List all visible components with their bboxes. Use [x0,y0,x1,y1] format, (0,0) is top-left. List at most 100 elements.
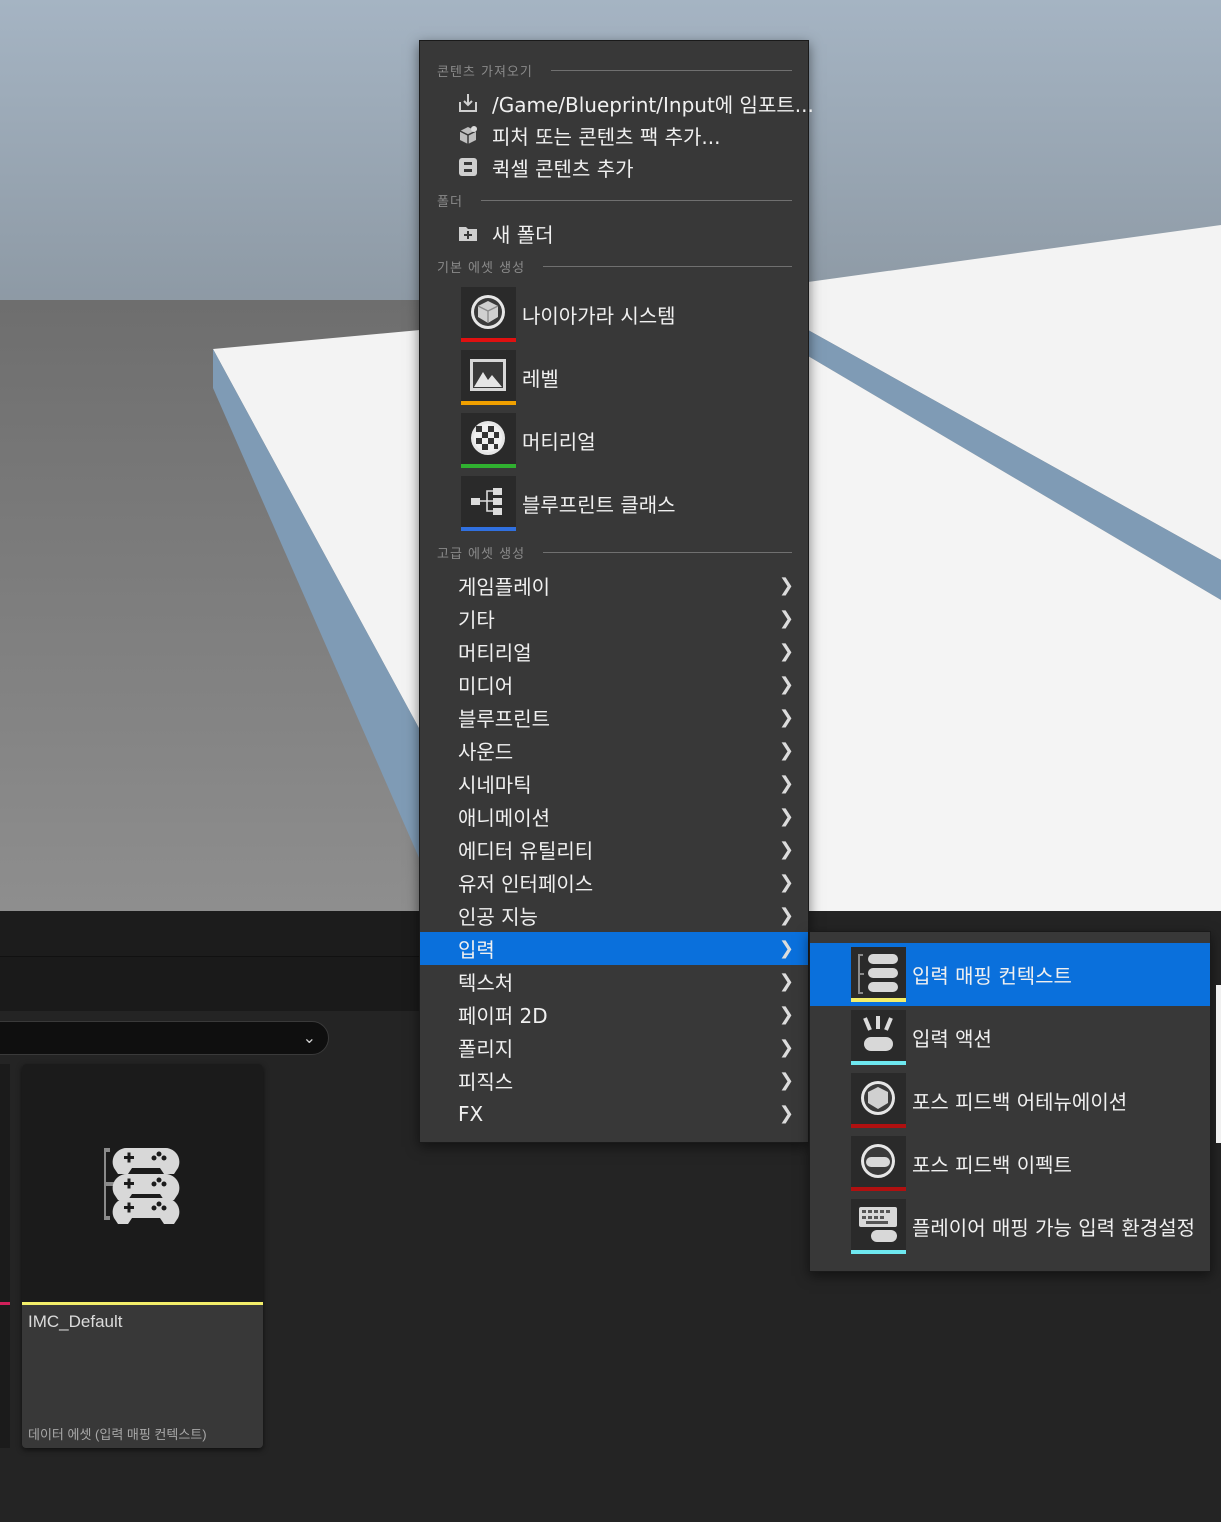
submenu-texture[interactable]: 텍스처 ❯ [420,965,808,998]
input-mapping-context-icon [851,947,906,1002]
content-browser-toolbar [0,911,420,1011]
input-mapping-context-icon [104,1148,180,1224]
submenu-paper-2d[interactable]: 페이퍼 2D ❯ [420,998,808,1031]
menu-item-label: 퀵셀 콘텐츠 추가 [492,156,634,181]
chevron-right-icon: ❯ [778,1037,794,1058]
menu-item-import[interactable]: /Game/Blueprint/Input에 임포트... [456,88,814,118]
chevron-right-icon: ❯ [778,641,794,662]
submenu-label: 애니메이션 [458,806,550,830]
asset-type-label: 데이터 에셋 (입력 매핑 컨텍스트) [28,1427,207,1442]
submenu-label: 머티리얼 [458,641,532,665]
submenu-label: 블루프린트 [458,707,550,731]
submenu-user-interface[interactable]: 유저 인터페이스 ❯ [420,866,808,899]
submenu-misc[interactable]: 기타 ❯ [420,602,808,635]
force-feedback-attenuation-icon [851,1073,906,1128]
menu-item-input-mapping-context[interactable]: 입력 매핑 컨텍스트 [810,943,1210,1006]
submenu-label: 미디어 [458,674,514,698]
chevron-right-icon: ❯ [778,806,794,827]
menu-item-player-mappable-input-config[interactable]: 플레이어 매핑 가능 입력 환경설정 [810,1195,1210,1258]
asset-thumbnail [22,1064,263,1302]
chevron-right-icon: ❯ [778,971,794,992]
menu-item-label: /Game/Blueprint/Input에 임포트... [492,92,814,117]
chevron-right-icon: ❯ [778,575,794,596]
asset-type-stripe [22,1302,263,1305]
import-icon [456,91,480,115]
menu-item-level[interactable]: 레벨 [461,350,559,405]
menu-item-blueprint-class[interactable]: 블루프린트 클래스 [461,476,676,531]
chevron-right-icon: ❯ [778,839,794,860]
level-icon [461,350,516,405]
submenu-label: 사운드 [458,740,514,764]
chevron-right-icon: ❯ [778,740,794,761]
player-mappable-input-icon [851,1199,906,1254]
submenu-material[interactable]: 머티리얼 ❯ [420,635,808,668]
menu-item-label: 피처 또는 콘텐츠 팩 추가... [492,124,721,149]
asset-type-stripe [0,1302,10,1305]
submenu-label: 입력 [458,938,495,962]
menu-item-add-content-pack[interactable]: 피처 또는 콘텐츠 팩 추가... [456,120,721,150]
asset-card-imc-default[interactable]: IMC_Default 데이터 에셋 (입력 매핑 컨텍스트) [22,1064,263,1448]
section-header-import: 콘텐츠 가져오기 [437,62,792,80]
menu-item-label: 포스 피드백 어테뉴에이션 [912,1090,1128,1114]
submenu-ai[interactable]: 인공 지능 ❯ [420,899,808,932]
chevron-right-icon: ❯ [778,1004,794,1025]
submenu-label: 페이퍼 2D [458,1004,548,1028]
force-feedback-effect-icon [851,1136,906,1191]
section-header-basic-assets: 기본 에셋 생성 [437,258,792,276]
submenu-animation[interactable]: 애니메이션 ❯ [420,800,808,833]
submenu-sound[interactable]: 사운드 ❯ [420,734,808,767]
material-icon [461,413,516,468]
chevron-right-icon: ❯ [778,674,794,695]
menu-item-label: 플레이어 매핑 가능 입력 환경설정 [912,1216,1196,1240]
submenu-editor-utility[interactable]: 에디터 유틸리티 ❯ [420,833,808,866]
menu-item-input-action[interactable]: 입력 액션 [810,1006,1210,1069]
input-submenu: 입력 매핑 컨텍스트 입력 액션 포스 피드백 어테뉴에이션 포스 피드백 이펙… [809,931,1211,1272]
chevron-right-icon: ❯ [778,608,794,629]
section-header-folder: 폴더 [437,192,792,210]
submenu-label: 인공 지능 [458,905,538,929]
submenu-foliage[interactable]: 폴리지 ❯ [420,1031,808,1064]
menu-item-force-feedback-attenuation[interactable]: 포스 피드백 어테뉴에이션 [810,1069,1210,1132]
menu-item-new-folder[interactable]: 새 폴더 [456,218,554,248]
menu-item-add-quixel[interactable]: 퀵셀 콘텐츠 추가 [456,152,634,182]
new-folder-icon [456,221,480,245]
chevron-right-icon: ❯ [778,905,794,926]
path-dropdown[interactable]: ⌄ [0,1021,329,1055]
submenu-fx[interactable]: FX ❯ [420,1097,808,1130]
chevron-right-icon: ❯ [778,773,794,794]
submenu-label: 폴리지 [458,1037,514,1061]
blueprint-icon [461,476,516,531]
submenu-cinematic[interactable]: 시네마틱 ❯ [420,767,808,800]
submenu-label: 유저 인터페이스 [458,872,594,896]
menu-item-label: 블루프린트 클래스 [522,493,676,517]
menu-item-label: 새 폴더 [492,222,554,247]
asset-card-partial[interactable] [0,1064,10,1448]
add-asset-context-menu: 콘텐츠 가져오기 /Game/Blueprint/Input에 임포트... 피… [419,40,814,1143]
submenu-blueprint[interactable]: 블루프린트 ❯ [420,701,808,734]
menu-item-force-feedback-effect[interactable]: 포스 피드백 이펙트 [810,1132,1210,1195]
menu-item-label: 머티리얼 [522,430,596,454]
niagara-icon [461,287,516,342]
submenu-media[interactable]: 미디어 ❯ [420,668,808,701]
menu-item-material[interactable]: 머티리얼 [461,413,596,468]
menu-item-label: 레벨 [522,367,559,391]
background-window-edge [1216,985,1221,1143]
submenu-label: 피직스 [458,1070,514,1094]
input-action-icon [851,1010,906,1065]
section-header-advanced-assets: 고급 에셋 생성 [437,544,792,562]
submenu-label: 기타 [458,608,495,632]
chevron-right-icon: ❯ [778,872,794,893]
menu-item-niagara-system[interactable]: 나이아가라 시스템 [461,287,676,342]
menu-item-label: 입력 액션 [912,1027,992,1051]
content-pack-icon [456,123,480,147]
submenu-label: 텍스처 [458,971,514,995]
submenu-label: FX [458,1101,484,1126]
submenu-label: 게임플레이 [458,575,550,599]
submenu-label: 에디터 유틸리티 [458,839,594,863]
chevron-right-icon: ❯ [778,1070,794,1091]
submenu-physics[interactable]: 피직스 ❯ [420,1064,808,1097]
chevron-down-icon: ⌄ [302,1028,316,1047]
submenu-input[interactable]: 입력 ❯ [420,932,808,965]
chevron-right-icon: ❯ [778,1103,794,1124]
submenu-gameplay[interactable]: 게임플레이 ❯ [420,569,808,602]
